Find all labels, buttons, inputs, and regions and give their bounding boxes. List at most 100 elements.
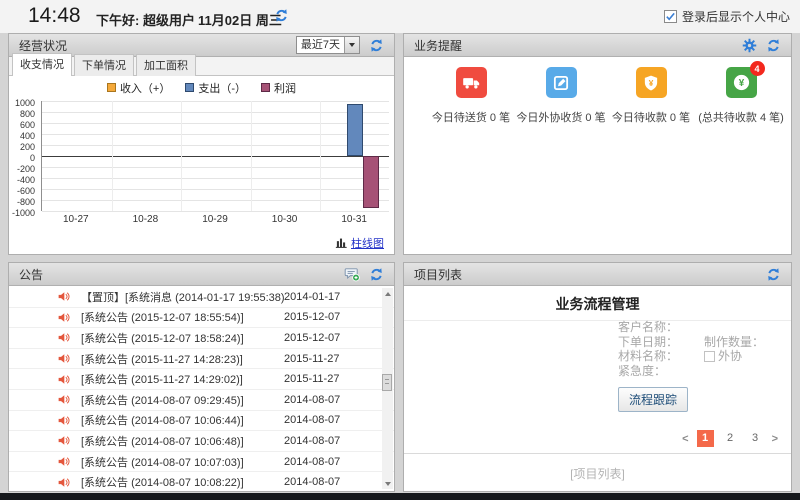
announcement-text: [系统公告 (2014-08-07 10:08:22)] [81, 474, 284, 490]
announcements-refresh-icon[interactable] [369, 267, 384, 282]
announcements-scrollbar[interactable] [382, 288, 393, 489]
chart-bar [363, 156, 379, 208]
date-text: 11月02日 周三 [198, 10, 282, 29]
y-tick-label: 200 [20, 143, 35, 152]
reminder-label: 今日外协收货 0 笔 [516, 109, 605, 125]
chart-tab-0[interactable]: 收支情况 [12, 53, 72, 76]
personal-center-checkbox[interactable] [664, 10, 677, 23]
reminders-list: 今日待送货 0 笔 今日外协收货 0 笔 ¥ 今日待收款 0 笔 ¥ 4(总共待… [404, 57, 791, 125]
chart-plot [41, 101, 389, 211]
announcement-row[interactable]: [系统公告 (2014-08-07 10:06:44)]2014-08-07 [9, 411, 394, 432]
legend-swatch [185, 83, 194, 92]
announcement-date: 2014-08-07 [284, 394, 354, 406]
announcement-date: 2015-11-27 [284, 373, 354, 385]
greeting-text: 下午好: 超级用户 [96, 10, 195, 29]
scrollbar-thumb[interactable] [382, 374, 392, 391]
chart-tabs: 收支情况下单情况加工面积 [9, 57, 394, 76]
y-tick-label: -400 [17, 176, 35, 185]
grid-vline [112, 101, 113, 211]
reminders-refresh-icon[interactable] [766, 38, 781, 53]
outsource-label: 外协 [718, 349, 742, 364]
topbar-refresh-icon[interactable] [274, 8, 289, 23]
announcement-row[interactable]: [系统公告 (2014-08-07 10:08:22)]2014-08-07 [9, 472, 394, 491]
business-reminders-header: 业务提醒 [404, 34, 791, 57]
y-tick-label: 400 [20, 132, 35, 141]
announcements-panel: 公告 【置顶】[系统消息 (2014-01-17 19:55:38)]2014-… [8, 262, 395, 492]
page-button-2[interactable]: 2 [722, 430, 739, 447]
speaker-icon [57, 352, 70, 365]
speaker-icon [57, 331, 70, 344]
svg-text:¥: ¥ [738, 78, 744, 89]
announcements-list: 【置顶】[系统消息 (2014-01-17 19:55:38)]2014-01-… [9, 287, 394, 491]
chart-type-link[interactable]: 柱线图 [351, 235, 384, 251]
announcement-date: 2014-01-17 [284, 291, 354, 303]
page-button-1[interactable]: 1 [697, 430, 714, 447]
business-reminders-title: 业务提醒 [414, 37, 462, 54]
status-refresh-icon[interactable] [369, 38, 384, 53]
announcement-row[interactable]: [系统公告 (2015-11-27 14:28:23)]2015-11-27 [9, 349, 394, 370]
chart-x-axis: 10-2710-2810-2910-3010-31 [41, 214, 389, 225]
reminders-settings-gear-icon[interactable] [742, 38, 757, 53]
x-tick-label: 10-30 [250, 214, 320, 225]
top-bar: 14:48 下午好: 超级用户 11月02日 周三 登录后显示个人中心 [0, 0, 800, 33]
chart-tab-2[interactable]: 加工面积 [136, 54, 196, 76]
pagination: < 123 > [682, 430, 778, 447]
announcement-date: 2015-12-07 [284, 332, 354, 344]
announcement-text: [系统公告 (2015-11-27 14:29:02)] [81, 371, 284, 387]
announcement-row[interactable]: [系统公告 (2015-12-07 18:55:54)]2015-12-07 [9, 308, 394, 329]
reminder-item-0[interactable]: 今日待送货 0 笔 [426, 67, 516, 125]
reminder-item-3[interactable]: ¥ 4(总共待收款 4 笔) [696, 67, 786, 125]
y-tick-label: -1000 [12, 209, 35, 218]
next-page-arrow[interactable]: > [772, 433, 778, 445]
x-tick-label: 10-27 [41, 214, 111, 225]
y-tick-label: 1000 [15, 99, 35, 108]
date-range-select[interactable]: 最近7天 [296, 36, 360, 54]
announcement-row[interactable]: 【置顶】[系统消息 (2014-01-17 19:55:38)]2014-01-… [9, 287, 394, 308]
svg-text:¥: ¥ [649, 78, 654, 87]
announcement-date: 2015-11-27 [284, 353, 354, 365]
project-list-title: 项目列表 [414, 266, 462, 283]
legend-label: 利润 [274, 80, 296, 96]
legend-swatch [107, 83, 116, 92]
page-button-3[interactable]: 3 [747, 430, 764, 447]
clock-time: 14:48 [28, 4, 81, 28]
y-tick-label: -600 [17, 187, 35, 196]
divider [404, 453, 791, 454]
gridline [42, 178, 389, 179]
x-tick-label: 10-29 [180, 214, 250, 225]
gridline [42, 145, 389, 146]
prev-page-arrow[interactable]: < [682, 433, 688, 445]
gridline [42, 189, 389, 190]
speaker-icon [57, 455, 70, 468]
announcements-header: 公告 [9, 263, 394, 286]
gridline [42, 156, 389, 157]
process-track-button[interactable]: 流程跟踪 [618, 387, 688, 412]
scroll-up-arrow[interactable] [382, 288, 393, 299]
personal-center-toggle[interactable]: 登录后显示个人中心 [664, 8, 790, 25]
reminder-item-1[interactable]: 今日外协收货 0 笔 [516, 67, 606, 125]
chart-tab-1[interactable]: 下单情况 [74, 54, 134, 76]
announcement-row[interactable]: [系统公告 (2014-08-07 10:06:48)]2014-08-07 [9, 431, 394, 452]
announcement-text: [系统公告 (2015-12-07 18:58:24)] [81, 330, 284, 346]
announcement-row[interactable]: [系统公告 (2015-11-27 14:29:02)]2015-11-27 [9, 369, 394, 390]
announcement-row[interactable]: [系统公告 (2015-12-07 18:58:24)]2015-12-07 [9, 328, 394, 349]
speaker-icon [57, 476, 70, 489]
add-announcement-icon[interactable] [344, 266, 360, 282]
announcement-date: 2014-08-07 [284, 435, 354, 447]
customer-name-label: 客户名称： [618, 320, 678, 334]
announcement-text: 【置顶】[系统消息 (2014-01-17 19:55:38)] [81, 289, 284, 305]
chevron-down-icon [344, 37, 359, 53]
notification-badge: 4 [750, 61, 765, 76]
announcement-date: 2015-12-07 [284, 311, 354, 323]
project-list-header: 项目列表 [404, 263, 791, 286]
scroll-down-arrow[interactable] [382, 478, 393, 489]
reminder-label: 今日待收款 0 笔 [612, 109, 690, 125]
announcement-text: [系统公告 (2014-08-07 09:29:45)] [81, 392, 284, 408]
project-refresh-icon[interactable] [766, 267, 781, 282]
announcement-row[interactable]: [系统公告 (2014-08-07 09:29:45)]2014-08-07 [9, 390, 394, 411]
y-tick-label: 800 [20, 110, 35, 119]
reminder-item-2[interactable]: ¥ 今日待收款 0 笔 [606, 67, 696, 125]
outsource-checkbox[interactable] [704, 351, 715, 362]
date-range-value: 最近7天 [297, 37, 344, 53]
announcement-row[interactable]: [系统公告 (2014-08-07 10:07:03)]2014-08-07 [9, 452, 394, 473]
